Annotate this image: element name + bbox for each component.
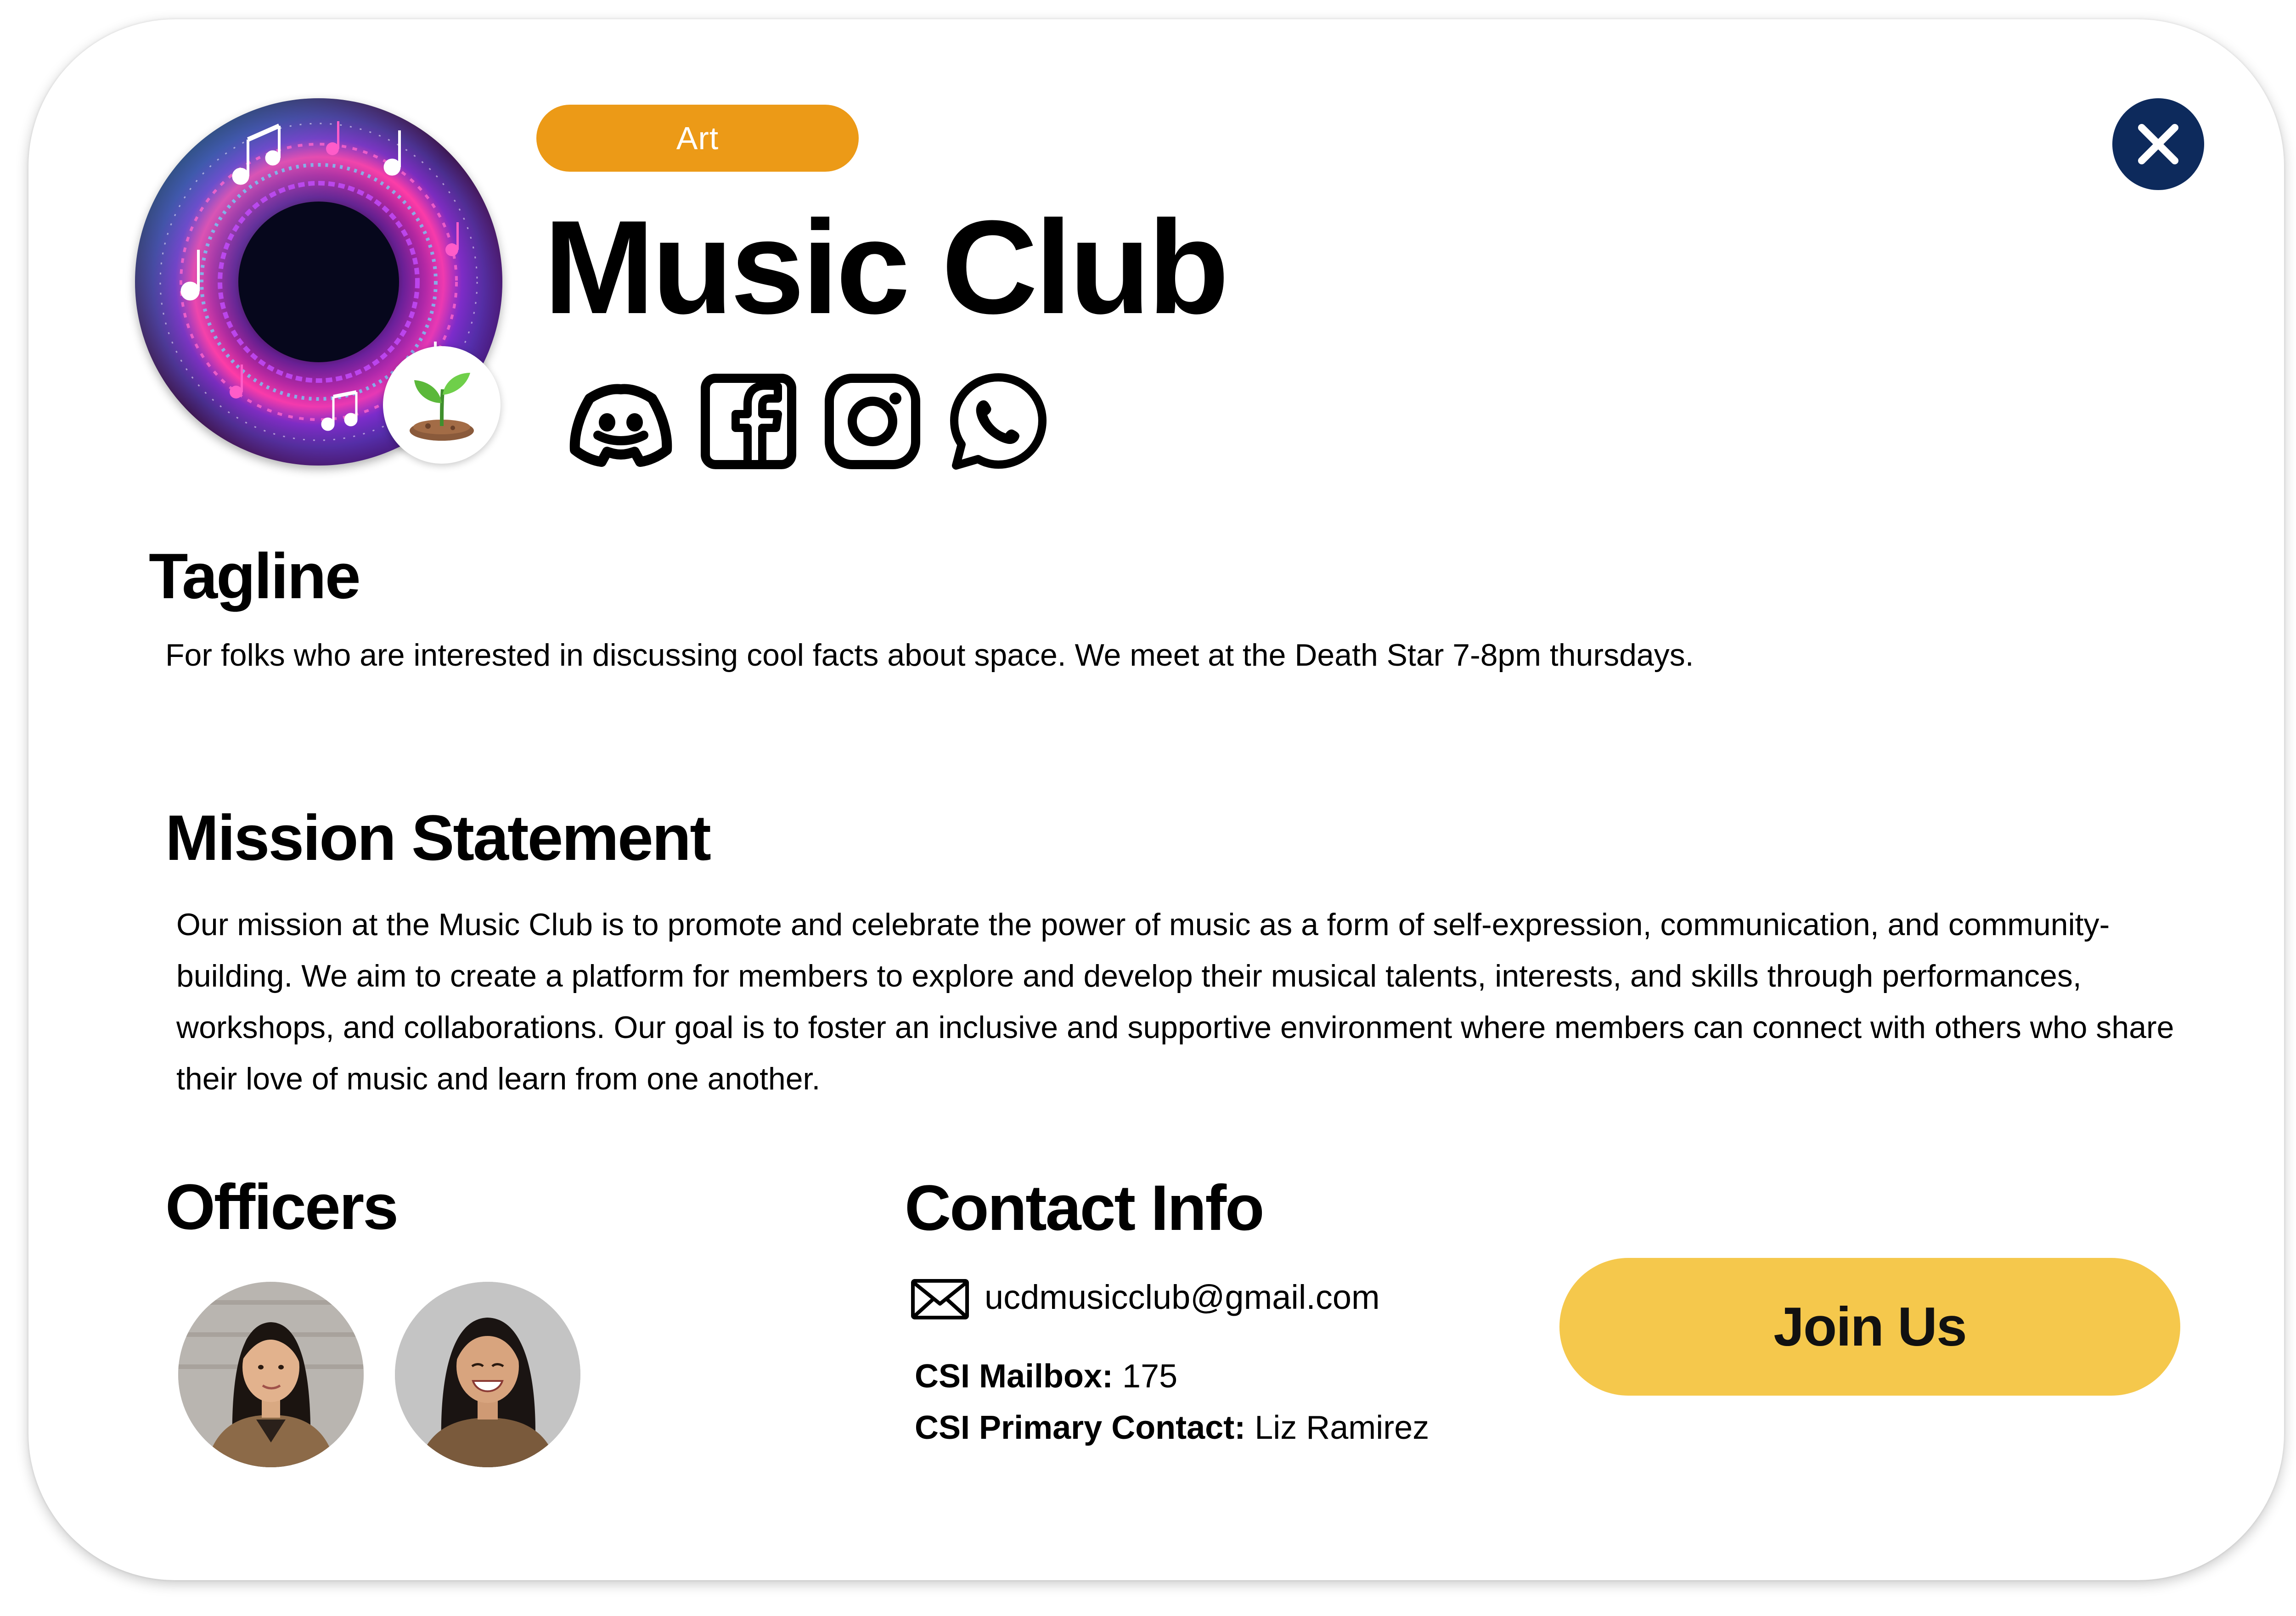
whatsapp-icon[interactable] bbox=[943, 366, 1053, 477]
tagline-text: For folks who are interested in discussi… bbox=[165, 638, 1694, 673]
csi-mailbox-value: 175 bbox=[1113, 1358, 1178, 1395]
mail-icon bbox=[910, 1276, 970, 1322]
officers-heading: Officers bbox=[165, 1171, 399, 1243]
join-us-button[interactable]: Join Us bbox=[1559, 1258, 2180, 1396]
officer-avatar[interactable] bbox=[178, 1282, 364, 1467]
mission-heading: Mission Statement bbox=[165, 802, 711, 874]
tagline-heading: Tagline bbox=[149, 540, 361, 612]
instagram-icon[interactable] bbox=[817, 366, 928, 477]
sprout-badge bbox=[383, 346, 501, 464]
contact-email-link[interactable]: ucdmusicclub@gmail.com bbox=[985, 1274, 1380, 1320]
contact-heading: Contact Info bbox=[905, 1172, 1265, 1244]
close-button[interactable] bbox=[2112, 98, 2204, 190]
mission-text: Our mission at the Music Club is to prom… bbox=[176, 907, 2174, 1096]
csi-mailbox: CSI Mailbox: 175 bbox=[915, 1353, 1177, 1399]
csi-primary-contact-label: CSI Primary Contact: bbox=[915, 1409, 1246, 1446]
officer-avatar[interactable] bbox=[395, 1282, 580, 1467]
csi-mailbox-label: CSI Mailbox: bbox=[915, 1358, 1114, 1395]
club-logo-wrapper bbox=[135, 98, 502, 466]
club-detail-card: Art Music Club Tagline For folks who are… bbox=[28, 19, 2284, 1580]
discord-icon[interactable] bbox=[566, 366, 676, 477]
csi-primary-contact-value: Liz Ramirez bbox=[1245, 1409, 1429, 1446]
category-badge: Art bbox=[536, 105, 859, 172]
page-title: Music Club bbox=[544, 193, 1229, 342]
csi-primary-contact: CSI Primary Contact: Liz Ramirez bbox=[915, 1405, 1429, 1451]
facebook-icon[interactable] bbox=[693, 366, 804, 477]
